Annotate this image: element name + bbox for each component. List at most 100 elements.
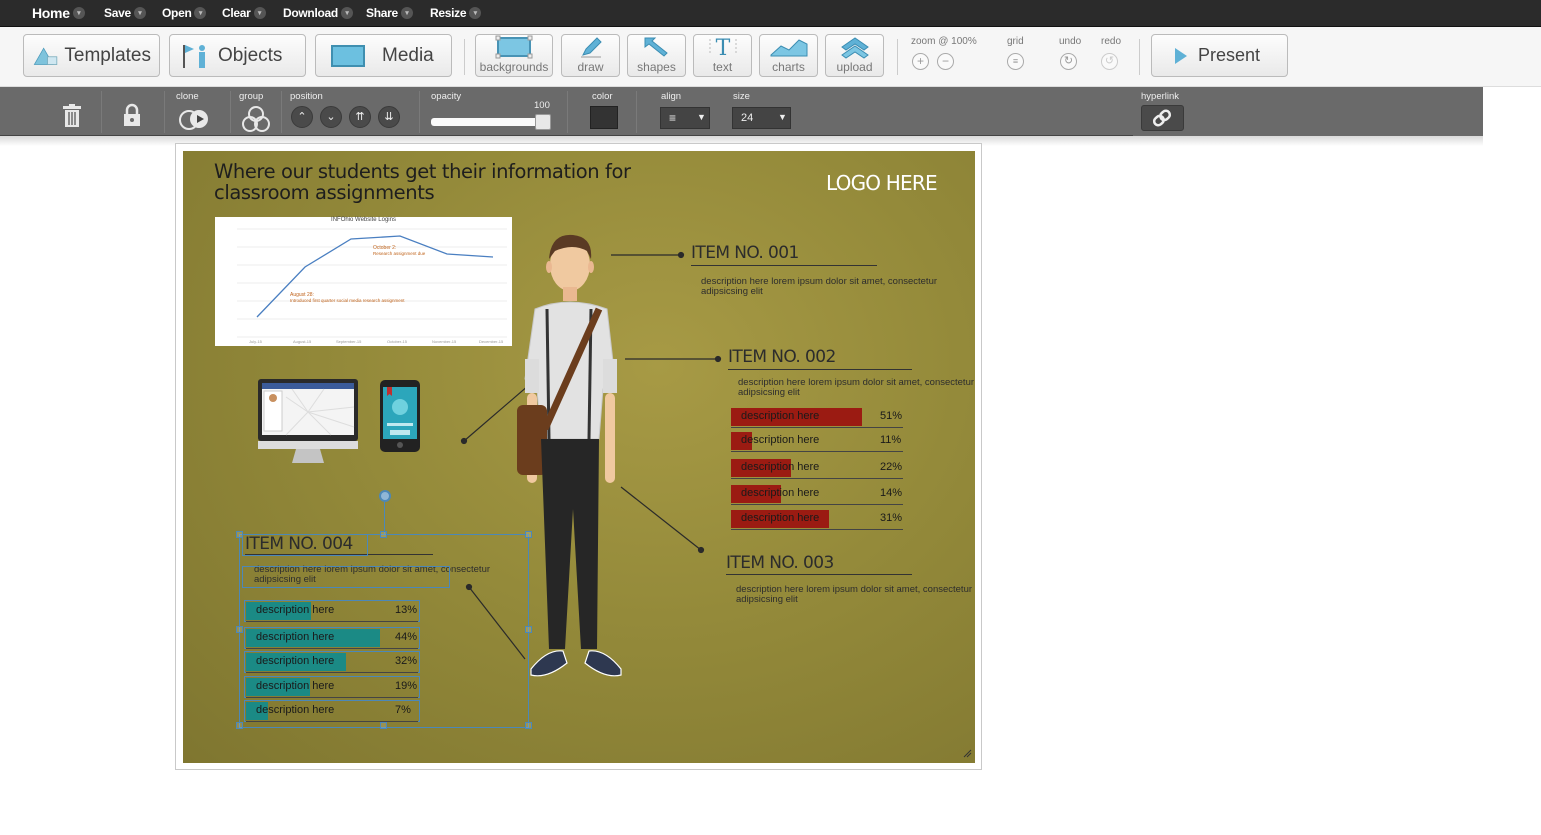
clone-button[interactable] [178, 107, 212, 131]
item-001-title[interactable]: ITEM NO. 001 [691, 243, 799, 263]
bar-row[interactable]: description here 14% [731, 485, 903, 505]
undo-label: undo [1059, 36, 1082, 47]
resize-handle[interactable] [380, 722, 387, 729]
resize-handle[interactable] [236, 531, 243, 538]
chevron-down-icon: ▾ [194, 7, 207, 19]
menu-clear[interactable]: Clear ▾ [222, 6, 266, 20]
move-down-button[interactable]: ⌄ [320, 106, 342, 128]
propbar-divider [567, 91, 568, 133]
svg-text:September-15: September-15 [336, 339, 362, 344]
group-icon [242, 106, 270, 132]
text-button[interactable]: T text [693, 34, 752, 77]
mini-chart-annotation-text: Introduced first quarter social media re… [290, 298, 405, 303]
delete-button[interactable] [61, 103, 83, 129]
upload-icon [840, 37, 869, 59]
item-003-description[interactable]: description here lorem ipsum dolor sit a… [736, 585, 975, 605]
charts-button[interactable]: charts [759, 34, 818, 77]
grid-toggle-button[interactable]: ≡ [1007, 53, 1024, 70]
logins-chart-image[interactable]: INFOhio Website Logins July-15 August-15 S… [215, 217, 512, 346]
templates-icon [33, 46, 58, 65]
resize-handle[interactable] [525, 626, 532, 633]
upload-button[interactable]: upload [825, 34, 884, 77]
send-to-back-button[interactable]: ⇊ [378, 106, 400, 128]
move-up-button[interactable]: ⌃ [291, 106, 313, 128]
propbar-divider [419, 91, 420, 133]
bring-to-front-button[interactable]: ⇈ [349, 106, 371, 128]
item-002-description[interactable]: description here lorem ipsum dolor sit a… [738, 378, 975, 398]
hyperlink-label: hyperlink [1141, 91, 1180, 102]
redo-button[interactable]: ↺ [1101, 53, 1118, 70]
menu-save[interactable]: Save ▾ [104, 6, 146, 20]
menu-resize[interactable]: Resize ▾ [430, 6, 482, 20]
font-size-select[interactable]: 24 ▼ [732, 107, 791, 129]
opacity-slider-handle[interactable] [535, 114, 551, 130]
undo-button[interactable]: ↻ [1060, 53, 1077, 70]
menu-save-label: Save [104, 6, 131, 20]
present-label: Present [1198, 45, 1261, 65]
media-icon [331, 44, 365, 67]
item-002-title[interactable]: ITEM NO. 002 [728, 347, 836, 367]
opacity-slider[interactable] [431, 114, 551, 130]
menu-download-label: Download [283, 6, 338, 20]
svg-text:October-15: October-15 [387, 339, 408, 344]
bar-percent: 31% [880, 512, 903, 524]
lock-button[interactable] [122, 103, 142, 129]
propbar-divider [281, 91, 282, 133]
resize-handle[interactable] [236, 722, 243, 729]
clone-label: clone [176, 91, 199, 102]
item-001-description[interactable]: description here lorem ipsum dolor sit a… [701, 277, 941, 297]
svg-text:T: T [715, 36, 730, 59]
canvas-resize-grip[interactable] [963, 749, 972, 758]
slide-title[interactable]: Where our students get their information… [214, 161, 634, 203]
color-swatch[interactable] [590, 106, 618, 129]
chevron-down-icon: ▾ [469, 7, 482, 19]
item-003-title[interactable]: ITEM NO. 003 [726, 553, 834, 573]
chevron-down-icon: ▾ [72, 7, 85, 19]
shapes-button[interactable]: shapes [627, 34, 686, 77]
resize-handle[interactable] [525, 531, 532, 538]
charts-label: charts [772, 60, 805, 74]
menu-open[interactable]: Open ▾ [162, 6, 207, 20]
propbar-divider [164, 91, 165, 133]
rotate-handle[interactable] [379, 490, 391, 502]
bar-row[interactable]: description here 11% [731, 432, 903, 452]
bar-row[interactable]: description here 22% [731, 459, 903, 479]
resize-handle[interactable] [380, 531, 387, 538]
size-label: size [733, 91, 750, 102]
menu-home[interactable]: Home ▾ [32, 5, 85, 21]
menu-share[interactable]: Share ▾ [366, 6, 413, 20]
menu-clear-label: Clear [222, 6, 251, 20]
zoom-label: zoom @ 100% [911, 36, 977, 47]
zoom-out-button[interactable]: − [937, 53, 954, 70]
group-label: group [239, 91, 264, 102]
menu-download[interactable]: Download ▾ [283, 6, 353, 20]
bar-label: description here [741, 461, 820, 473]
zoom-in-button[interactable]: + [912, 53, 929, 70]
resize-handle[interactable] [525, 722, 532, 729]
chevron-down-icon: ▾ [400, 7, 413, 19]
objects-button[interactable]: Objects [169, 34, 306, 77]
resize-handle[interactable] [236, 626, 243, 633]
templates-button[interactable]: Templates [23, 34, 160, 77]
properties-bar: clone group position ⌃ ⌄ ⇈ ⇊ opacity 100… [0, 87, 1483, 136]
student-illustration[interactable] [511, 229, 641, 689]
logo-placeholder[interactable]: LOGO HERE [826, 171, 938, 195]
group-button[interactable] [241, 105, 271, 133]
bar-row[interactable]: description here 31% [731, 510, 903, 530]
align-left-icon: ≡ [669, 111, 677, 125]
toolbar-divider [464, 39, 465, 75]
menu-resize-label: Resize [430, 6, 467, 20]
lock-icon [124, 103, 140, 126]
media-button[interactable]: Media [315, 34, 452, 77]
smartphone-icon[interactable] [379, 379, 421, 453]
align-select[interactable]: ≡ ▼ [660, 107, 710, 129]
present-button[interactable]: Present [1151, 34, 1288, 77]
draw-button[interactable]: draw [561, 34, 620, 77]
group-selection-box[interactable] [239, 534, 529, 728]
chevron-down-icon: ▾ [253, 7, 266, 19]
computer-monitor-icon[interactable] [256, 377, 360, 467]
slide-canvas[interactable]: Where our students get their information… [183, 151, 975, 763]
bar-row[interactable]: description here 51% [731, 408, 903, 428]
hyperlink-button[interactable] [1141, 105, 1184, 131]
backgrounds-button[interactable]: backgrounds [475, 34, 553, 77]
